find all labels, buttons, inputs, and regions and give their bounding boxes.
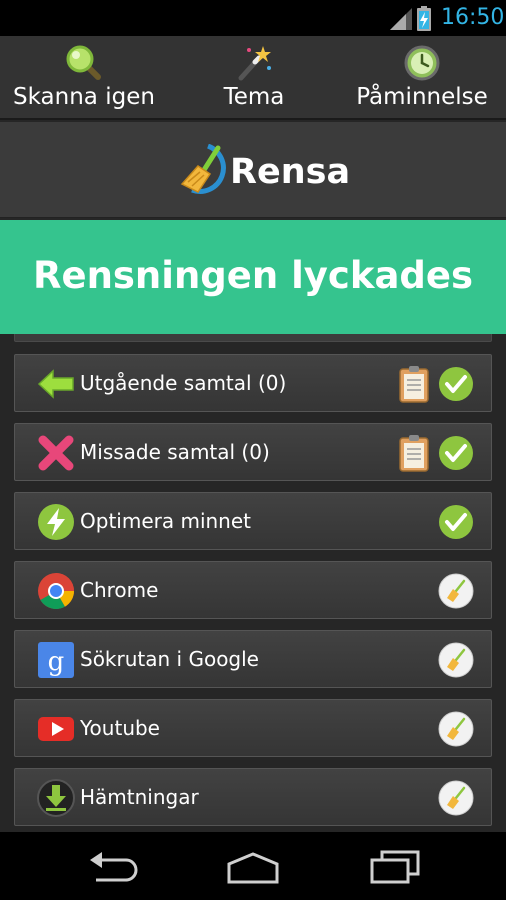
action-bar: Skanna igen Tema Påminnelse bbox=[0, 36, 506, 120]
list-item-label: Chrome bbox=[80, 578, 159, 602]
chrome-icon bbox=[38, 573, 75, 610]
svg-text:g: g bbox=[48, 647, 65, 677]
navigation-bar bbox=[0, 832, 506, 900]
list-item-label: Youtube bbox=[80, 716, 160, 740]
youtube-icon bbox=[38, 717, 74, 741]
status-bar: 16:50 bbox=[0, 0, 506, 36]
scan-again-label: Skanna igen bbox=[13, 84, 155, 110]
magic-wand-icon bbox=[238, 46, 271, 81]
download-icon bbox=[37, 779, 75, 817]
check-done-icon bbox=[439, 367, 473, 401]
home-icon[interactable] bbox=[226, 850, 280, 884]
missed-call-x-icon bbox=[38, 435, 74, 471]
list-item-youtube[interactable]: Youtube bbox=[14, 699, 492, 757]
list-item-label: Sökrutan i Google bbox=[80, 647, 259, 671]
scan-again-button[interactable]: Skanna igen bbox=[8, 36, 160, 120]
clipboard-icon[interactable] bbox=[399, 365, 429, 403]
battery-charging-icon bbox=[417, 6, 431, 31]
broom-clean-icon[interactable] bbox=[438, 780, 474, 816]
cleanup-list: Utgående samtal (0) Missade samtal (0) O… bbox=[0, 334, 506, 832]
list-item-partial bbox=[14, 334, 492, 342]
back-icon[interactable] bbox=[86, 850, 138, 884]
success-message: Rensningen lyckades bbox=[32, 254, 474, 297]
list-item-label: Hämtningar bbox=[80, 785, 199, 809]
app-title: Rensa bbox=[230, 152, 351, 192]
signal-icon bbox=[390, 8, 412, 30]
clipboard-icon[interactable] bbox=[399, 434, 429, 472]
clock-icon bbox=[404, 45, 440, 81]
reminder-label: Påminnelse bbox=[356, 84, 488, 110]
list-item-label: Utgående samtal (0) bbox=[80, 371, 287, 395]
broom-logo-icon bbox=[180, 144, 226, 194]
outgoing-arrow-icon bbox=[37, 369, 74, 399]
check-done-icon bbox=[439, 505, 473, 539]
broom-clean-icon[interactable] bbox=[438, 642, 474, 678]
theme-button[interactable]: Tema bbox=[198, 36, 310, 120]
list-item-downloads[interactable]: Hämtningar bbox=[14, 768, 492, 826]
recent-apps-icon[interactable] bbox=[368, 850, 420, 884]
theme-label: Tema bbox=[223, 84, 285, 110]
magnifier-icon bbox=[66, 45, 101, 80]
clock-time: 16:50 bbox=[441, 5, 505, 30]
lightning-icon bbox=[38, 504, 74, 540]
list-item-outgoing-calls[interactable]: Utgående samtal (0) bbox=[14, 354, 492, 412]
reminder-button[interactable]: Påminnelse bbox=[348, 36, 496, 120]
broom-clean-icon[interactable] bbox=[438, 573, 474, 609]
list-item-chrome[interactable]: Chrome bbox=[14, 561, 492, 619]
app-header: Rensa bbox=[0, 122, 506, 218]
google-search-icon: g bbox=[38, 642, 74, 678]
success-banner: Rensningen lyckades bbox=[0, 220, 506, 334]
list-item-google-search[interactable]: g Sökrutan i Google bbox=[14, 630, 492, 688]
list-item-optimize-memory[interactable]: Optimera minnet bbox=[14, 492, 492, 550]
broom-clean-icon[interactable] bbox=[438, 711, 474, 747]
list-item-label: Optimera minnet bbox=[80, 509, 251, 533]
list-item-missed-calls[interactable]: Missade samtal (0) bbox=[14, 423, 492, 481]
list-item-label: Missade samtal (0) bbox=[80, 440, 270, 464]
check-done-icon bbox=[439, 436, 473, 470]
